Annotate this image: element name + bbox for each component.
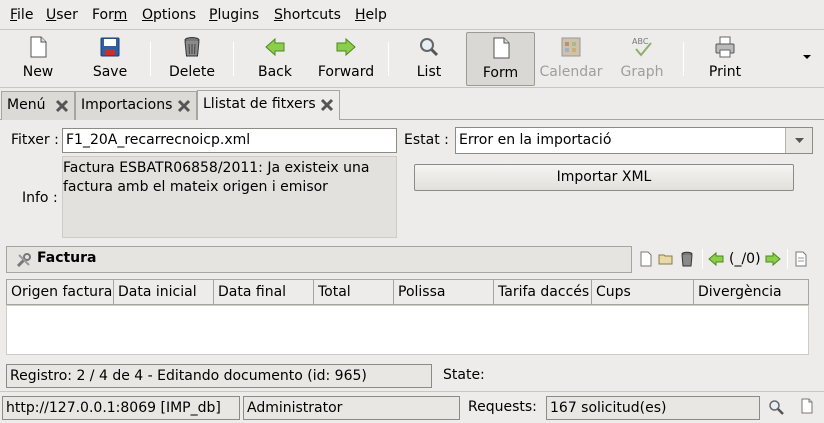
form-document-icon	[493, 37, 509, 59]
toolbar-separator	[388, 42, 389, 76]
column-header-polissa[interactable]: Polissa	[394, 279, 494, 305]
server-status: http://127.0.0.1:8069 [IMP_db]	[2, 396, 240, 420]
menu-options[interactable]: Options	[142, 6, 196, 24]
new-button[interactable]: New	[6, 32, 70, 86]
toolbar-separator	[233, 42, 234, 76]
new-document-icon	[30, 36, 47, 58]
switch-view-icon[interactable]	[793, 251, 809, 267]
column-header-divergencia[interactable]: Divergència	[694, 279, 809, 305]
print-label: Print	[708, 64, 742, 80]
requests-status: 167 solicitud(es)	[546, 396, 760, 420]
column-header-data-inicial[interactable]: Data inicial	[114, 279, 214, 305]
spell-check-icon: ABC	[632, 37, 652, 57]
toolbar-separator	[683, 42, 684, 76]
menu-user[interactable]: User	[46, 6, 78, 24]
menubar: File User Form Options Plugins Shortcuts…	[0, 0, 824, 30]
footer-divider	[0, 391, 824, 392]
estat-label: Estat :	[404, 132, 449, 148]
floppy-disk-icon	[100, 37, 120, 57]
tab-label: Importacions	[81, 97, 173, 113]
fitxer-field[interactable]: F1_20A_recarrecnoicp.xml	[62, 128, 397, 153]
tab-label: Menú	[7, 97, 46, 113]
column-header-tarifa-dacces[interactable]: Tarifa daccés	[494, 279, 592, 305]
column-header-cups[interactable]: Cups	[592, 279, 694, 305]
factura-title: Factura	[37, 250, 97, 266]
tools-icon	[16, 253, 31, 268]
menu-file[interactable]: File	[10, 6, 33, 24]
forward-label: Forward	[317, 64, 375, 80]
arrow-left-icon	[265, 37, 285, 57]
column-header-data-final[interactable]: Data final	[214, 279, 314, 305]
calendar-label: Calendar	[539, 64, 603, 80]
trash-can-icon	[184, 37, 200, 57]
save-label: Save	[92, 64, 128, 80]
column-header-origen-factura[interactable]: Origen factura	[6, 279, 114, 305]
magnifier-icon	[420, 38, 439, 57]
arrow-right-icon[interactable]	[765, 251, 781, 267]
new-label: New	[22, 64, 54, 80]
printer-icon	[715, 36, 735, 58]
menu-form[interactable]: Form	[92, 6, 127, 24]
delete-label: Delete	[169, 64, 215, 80]
graph-button[interactable]: ABC Graph	[612, 32, 672, 86]
info-text: Factura ESBATR06858/2011: Ja existeix un…	[63, 160, 370, 195]
form-label: Form	[482, 65, 519, 81]
factura-header: Factura	[6, 246, 632, 273]
save-button[interactable]: Save	[78, 32, 142, 86]
tab-bar: Menú Importacions Llistat de fitxers	[0, 88, 824, 120]
forward-button[interactable]: Forward	[313, 32, 379, 86]
trash-can-icon[interactable]	[679, 251, 695, 267]
back-button[interactable]: Back	[243, 32, 307, 86]
close-icon[interactable]	[55, 99, 69, 113]
open-folder-icon[interactable]	[658, 251, 674, 267]
estat-select[interactable]: Error en la importació	[455, 127, 813, 154]
factura-separator	[702, 249, 703, 269]
tab-label: Llistat de fitxers	[203, 96, 316, 112]
calendar-icon	[561, 37, 581, 57]
arrow-left-icon[interactable]	[708, 251, 724, 267]
state-label: State:	[443, 367, 485, 383]
toolbar: New Save Delete Back Forward List Form C…	[0, 30, 824, 88]
new-record-icon[interactable]	[638, 251, 654, 267]
column-header-total[interactable]: Total	[314, 279, 394, 305]
calendar-button[interactable]: Calendar	[537, 32, 605, 86]
fitxer-label: Fitxer :	[11, 132, 59, 148]
user-status: Administrator	[243, 396, 460, 420]
print-button[interactable]: Print	[693, 32, 757, 86]
document-icon[interactable]	[799, 398, 815, 414]
close-icon[interactable]	[320, 98, 334, 112]
delete-button[interactable]: Delete	[160, 32, 224, 86]
toolbar-separator	[150, 42, 151, 76]
form-button[interactable]: Form	[466, 32, 535, 86]
tab-importacions[interactable]: Importacions	[75, 91, 197, 120]
close-icon[interactable]	[177, 99, 191, 113]
factura-pager: (_/0)	[729, 251, 761, 267]
registro-status: Registro: 2 / 4 de 4 - Editando document…	[6, 364, 432, 388]
chevron-down-icon	[795, 138, 804, 143]
menu-help[interactable]: Help	[355, 6, 387, 24]
list-button[interactable]: List	[398, 32, 460, 86]
svg-text:ABC: ABC	[632, 37, 649, 46]
back-label: Back	[258, 64, 292, 80]
toolbar-overflow-arrow-icon[interactable]	[801, 53, 813, 61]
info-textarea[interactable]: Factura ESBATR06858/2011: Ja existeix un…	[62, 156, 397, 238]
estat-selected-value: Error en la importació	[459, 132, 612, 148]
menu-plugins[interactable]: Plugins	[209, 6, 259, 24]
graph-label: Graph	[620, 64, 664, 80]
menu-shortcuts[interactable]: Shortcuts	[274, 6, 341, 24]
estat-dropdown-button[interactable]	[785, 128, 812, 153]
tab-menu[interactable]: Menú	[1, 91, 75, 120]
importar-xml-button[interactable]: Importar XML	[414, 164, 794, 191]
tab-llistat-de-fitxers[interactable]: Llistat de fitxers	[197, 90, 340, 120]
info-label: Info :	[22, 190, 58, 206]
arrow-right-icon	[336, 37, 356, 57]
factura-grid-body[interactable]	[6, 305, 809, 355]
factura-separator	[787, 249, 788, 269]
magnifier-icon[interactable]	[768, 399, 784, 415]
requests-label: Requests:	[468, 399, 537, 415]
list-label: List	[416, 64, 442, 80]
